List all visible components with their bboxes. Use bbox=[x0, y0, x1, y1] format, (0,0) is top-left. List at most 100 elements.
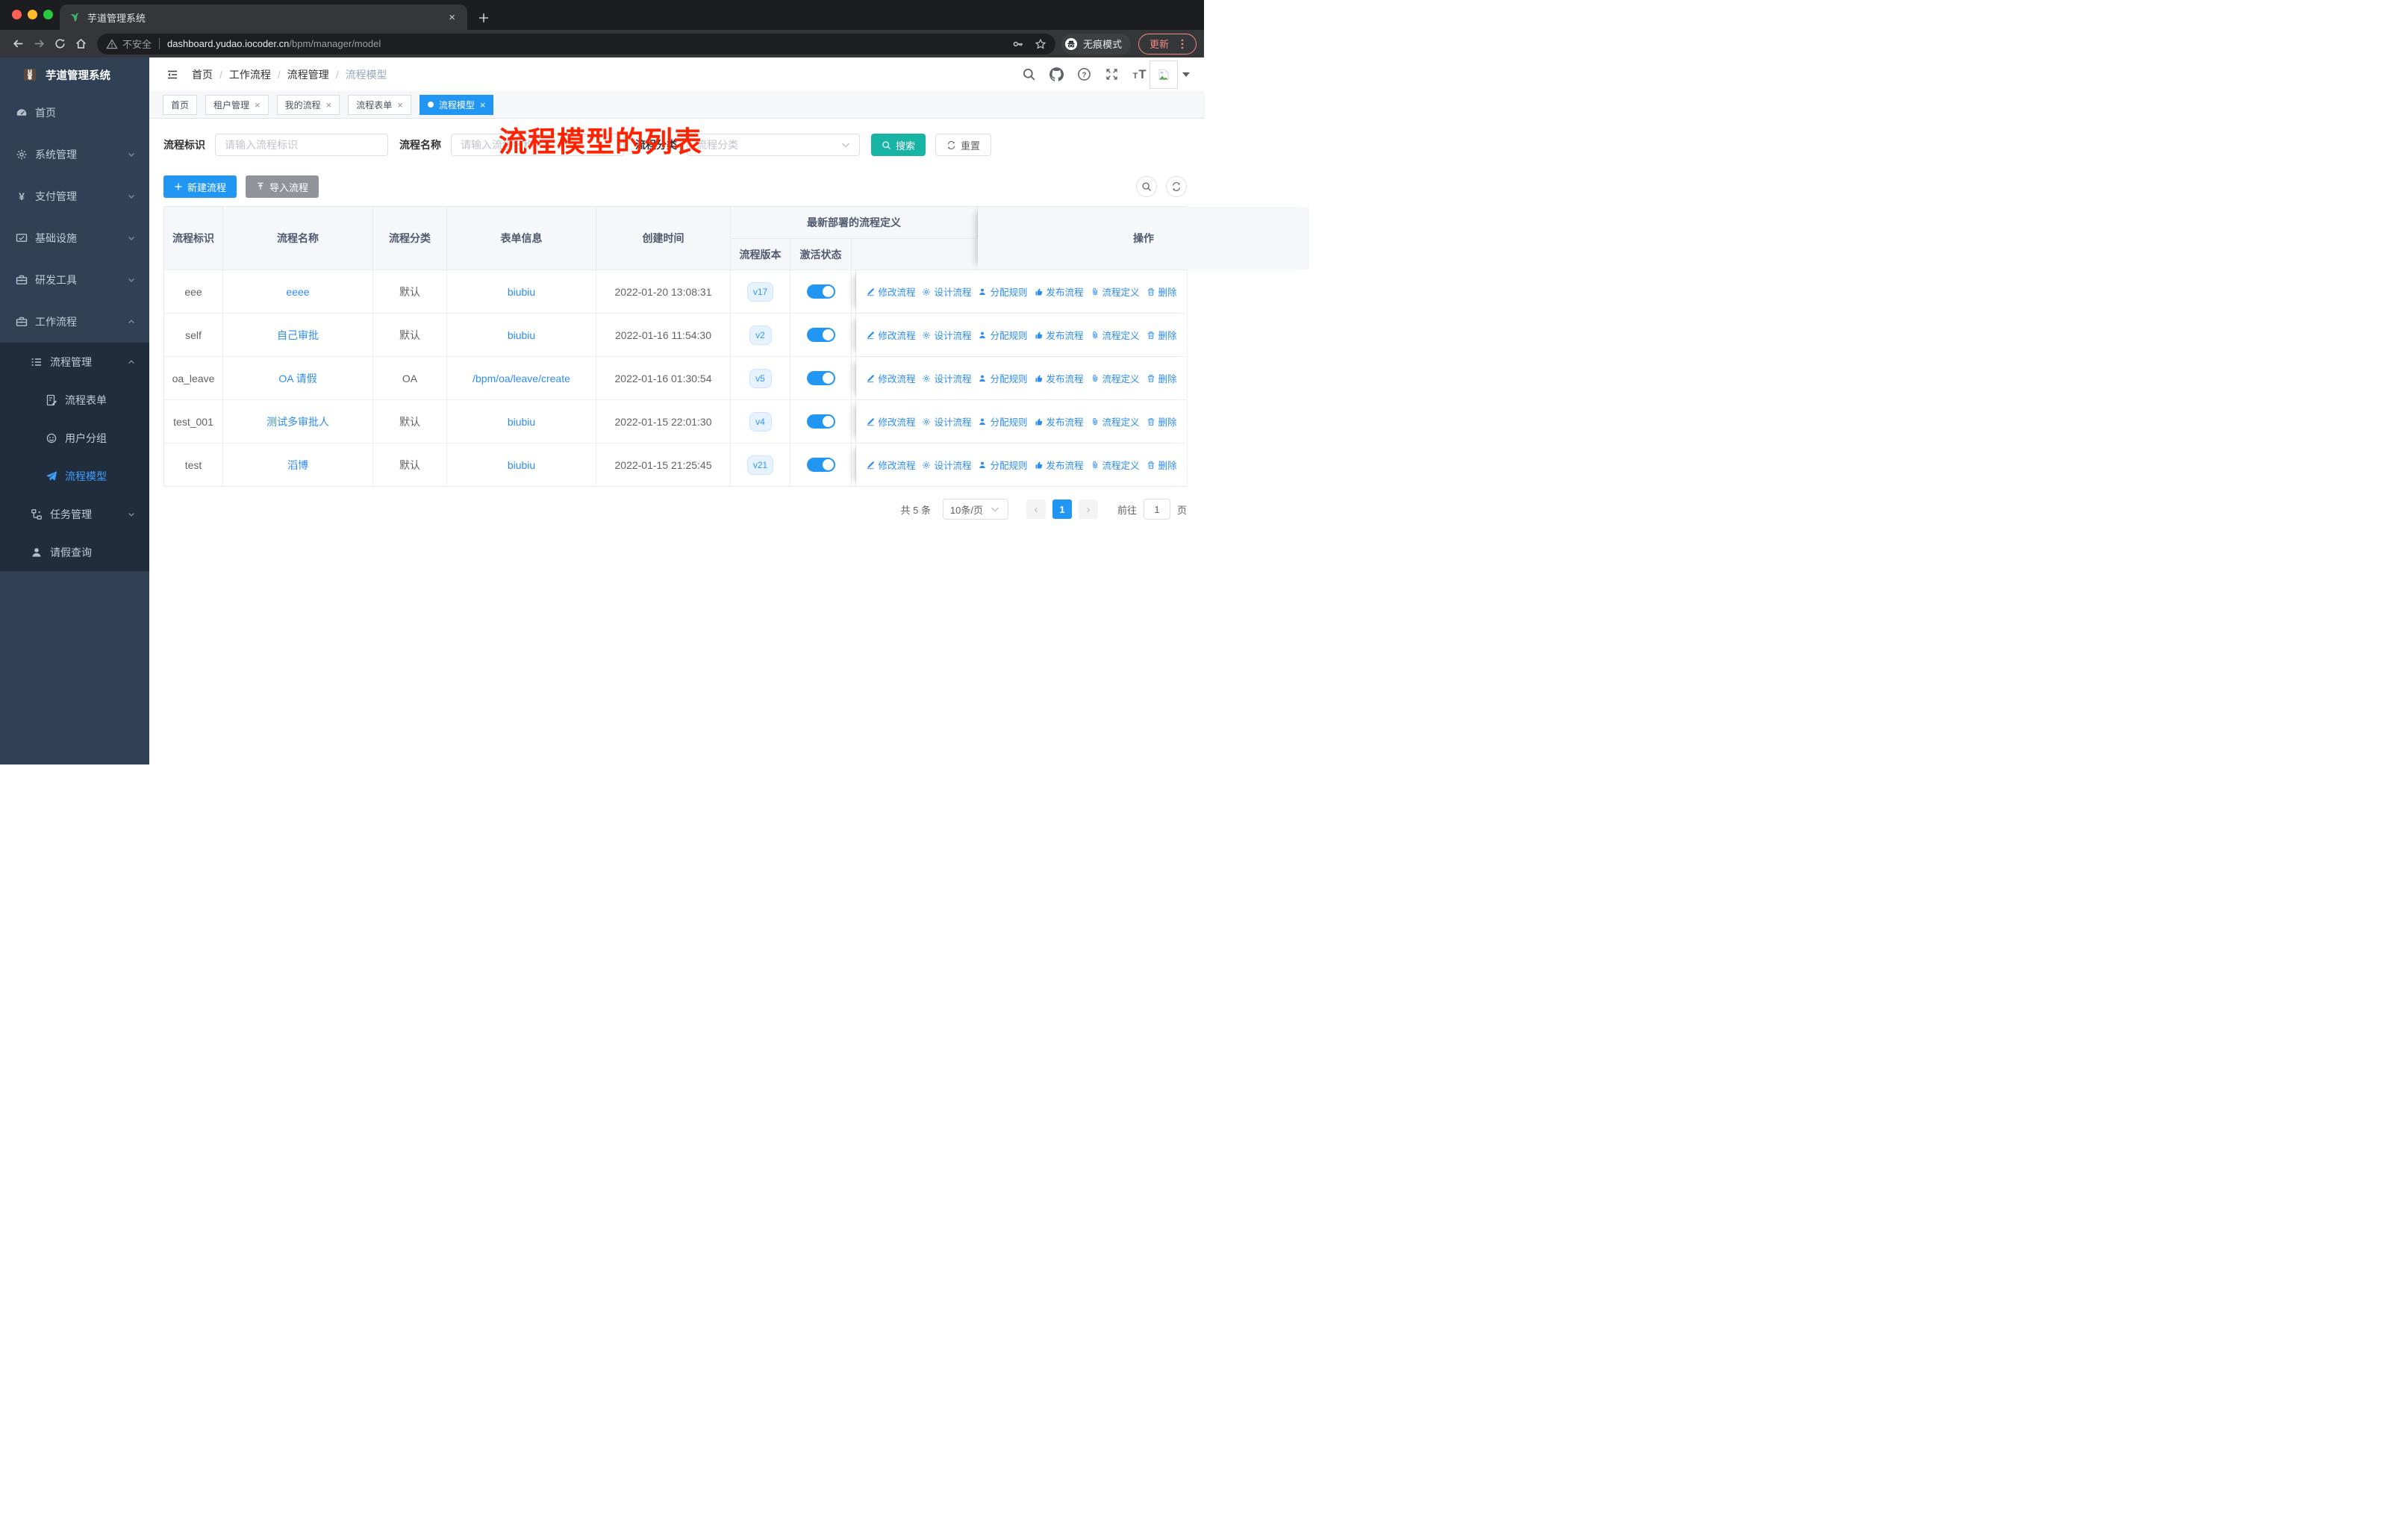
breadcrumb-item-首页[interactable]: 首页 bbox=[192, 67, 213, 82]
sidebar-item-工作流程[interactable]: 工作流程 bbox=[0, 301, 149, 343]
active-toggle[interactable] bbox=[806, 371, 835, 385]
home-icon[interactable] bbox=[70, 34, 91, 55]
action-发布流程[interactable]: 发布流程 bbox=[1035, 414, 1084, 429]
reload-icon[interactable] bbox=[49, 34, 70, 55]
goto-page-input[interactable] bbox=[1143, 499, 1170, 520]
sidebar-item-研发工具[interactable]: 研发工具 bbox=[0, 259, 149, 301]
toggle-search-button[interactable] bbox=[1136, 176, 1157, 197]
action-分配规则[interactable]: 分配规则 bbox=[978, 328, 1028, 342]
tag-首页[interactable]: 首页 bbox=[163, 94, 198, 115]
process-name-link[interactable]: 自己审批 bbox=[277, 328, 319, 343]
action-流程定义[interactable]: 流程定义 bbox=[1091, 371, 1140, 385]
avatar-caret-down-icon[interactable] bbox=[1182, 72, 1190, 77]
bookmark-star-icon[interactable] bbox=[1035, 38, 1047, 50]
window-minimize-button[interactable] bbox=[28, 10, 37, 19]
process-name-link[interactable]: 测试多审批人 bbox=[266, 414, 329, 429]
sidebar-item-系统管理[interactable]: 系统管理 bbox=[0, 134, 149, 175]
reset-button[interactable]: 重置 bbox=[935, 134, 992, 156]
sidebar-item-任务管理[interactable]: 任务管理 bbox=[0, 495, 149, 533]
sidebar-item-流程表单[interactable]: 流程表单 bbox=[0, 381, 149, 419]
help-icon[interactable]: ? bbox=[1077, 67, 1091, 81]
form-info-link[interactable]: biubiu bbox=[508, 286, 535, 298]
sidebar-collapse-icon[interactable] bbox=[166, 69, 178, 81]
action-分配规则[interactable]: 分配规则 bbox=[978, 284, 1028, 299]
active-toggle[interactable] bbox=[806, 328, 835, 342]
process-name-link[interactable]: OA 请假 bbox=[278, 371, 316, 386]
active-toggle[interactable] bbox=[806, 284, 835, 299]
action-设计流程[interactable]: 设计流程 bbox=[922, 458, 971, 472]
back-icon[interactable] bbox=[7, 34, 28, 55]
tab-close-icon[interactable]: × bbox=[446, 11, 458, 24]
page-size-select[interactable]: 10条/页 bbox=[942, 499, 1008, 520]
app-logo-row[interactable]: 芋道管理系统 bbox=[0, 57, 149, 92]
current-page-button[interactable]: 1 bbox=[1052, 499, 1072, 519]
form-info-link[interactable]: biubiu bbox=[508, 329, 535, 341]
refresh-table-button[interactable] bbox=[1166, 176, 1187, 197]
fullscreen-icon[interactable] bbox=[1105, 67, 1119, 81]
sidebar-item-用户分组[interactable]: 用户分组 bbox=[0, 419, 149, 457]
github-icon[interactable] bbox=[1049, 67, 1064, 81]
tag-流程表单[interactable]: 流程表单 × bbox=[348, 94, 411, 115]
sidebar-item-流程管理[interactable]: 流程管理 bbox=[0, 343, 149, 381]
action-流程定义[interactable]: 流程定义 bbox=[1091, 414, 1140, 429]
process-id-input[interactable] bbox=[215, 134, 388, 156]
form-info-link[interactable]: /bpm/oa/leave/create bbox=[472, 373, 570, 384]
password-key-icon[interactable] bbox=[1012, 38, 1024, 50]
action-修改流程[interactable]: 修改流程 bbox=[866, 371, 915, 385]
address-bar[interactable]: 不安全 dashboard.yudao.iocoder.cn /bpm/mana… bbox=[97, 33, 1055, 55]
action-修改流程[interactable]: 修改流程 bbox=[866, 414, 915, 429]
new-tab-button[interactable] bbox=[478, 12, 490, 24]
action-分配规则[interactable]: 分配规则 bbox=[978, 414, 1028, 429]
next-page-button[interactable]: › bbox=[1078, 499, 1098, 519]
sidebar-item-首页[interactable]: 首页 bbox=[0, 92, 149, 134]
active-toggle[interactable] bbox=[806, 414, 835, 429]
sidebar-item-流程模型[interactable]: 流程模型 bbox=[0, 457, 149, 495]
process-name-input[interactable] bbox=[451, 134, 624, 156]
forward-icon[interactable] bbox=[28, 34, 49, 55]
font-size-icon[interactable]: TT bbox=[1132, 67, 1147, 81]
process-name-link[interactable]: eeee bbox=[286, 286, 309, 298]
action-设计流程[interactable]: 设计流程 bbox=[922, 371, 971, 385]
action-删除[interactable]: 删除 bbox=[1147, 414, 1177, 429]
search-icon[interactable] bbox=[1022, 67, 1036, 81]
import-process-button[interactable]: 导入流程 bbox=[246, 175, 319, 198]
action-发布流程[interactable]: 发布流程 bbox=[1035, 371, 1084, 385]
sidebar-item-支付管理[interactable]: ¥ 支付管理 bbox=[0, 175, 149, 217]
search-button[interactable]: 搜索 bbox=[871, 134, 926, 156]
action-设计流程[interactable]: 设计流程 bbox=[922, 328, 971, 342]
action-设计流程[interactable]: 设计流程 bbox=[922, 284, 971, 299]
tag-close-icon[interactable]: × bbox=[397, 99, 403, 110]
action-流程定义[interactable]: 流程定义 bbox=[1091, 328, 1140, 342]
action-修改流程[interactable]: 修改流程 bbox=[866, 328, 915, 342]
form-info-link[interactable]: biubiu bbox=[508, 416, 535, 428]
tag-我的流程[interactable]: 我的流程 × bbox=[276, 94, 340, 115]
tag-流程模型[interactable]: 流程模型 × bbox=[419, 94, 494, 115]
action-删除[interactable]: 删除 bbox=[1147, 328, 1177, 342]
browser-update-button[interactable]: 更新 bbox=[1138, 33, 1197, 55]
active-toggle[interactable] bbox=[806, 458, 835, 472]
create-process-button[interactable]: 新建流程 bbox=[163, 175, 237, 198]
action-设计流程[interactable]: 设计流程 bbox=[922, 414, 971, 429]
form-info-link[interactable]: biubiu bbox=[508, 459, 535, 471]
action-修改流程[interactable]: 修改流程 bbox=[866, 458, 915, 472]
action-发布流程[interactable]: 发布流程 bbox=[1035, 458, 1084, 472]
action-删除[interactable]: 删除 bbox=[1147, 284, 1177, 299]
action-分配规则[interactable]: 分配规则 bbox=[978, 458, 1028, 472]
tag-close-icon[interactable]: × bbox=[255, 99, 261, 110]
category-select[interactable]: 流程分类 bbox=[687, 134, 860, 156]
tag-租户管理[interactable]: 租户管理 × bbox=[205, 94, 269, 115]
browser-tab[interactable]: 芋道管理系统 × bbox=[60, 4, 467, 30]
action-分配规则[interactable]: 分配规则 bbox=[978, 371, 1028, 385]
window-zoom-button[interactable] bbox=[43, 10, 53, 19]
process-name-link[interactable]: 滔博 bbox=[287, 458, 308, 473]
action-发布流程[interactable]: 发布流程 bbox=[1035, 284, 1084, 299]
browser-menu-icon[interactable] bbox=[1176, 38, 1188, 50]
breadcrumb-item-工作流程[interactable]: 工作流程 bbox=[229, 67, 271, 82]
tag-close-icon[interactable]: × bbox=[326, 99, 332, 110]
action-修改流程[interactable]: 修改流程 bbox=[866, 284, 915, 299]
sidebar-item-基础设施[interactable]: 基础设施 bbox=[0, 217, 149, 259]
action-发布流程[interactable]: 发布流程 bbox=[1035, 328, 1084, 342]
action-流程定义[interactable]: 流程定义 bbox=[1091, 284, 1140, 299]
window-close-button[interactable] bbox=[12, 10, 22, 19]
sidebar-item-请假查询[interactable]: 请假查询 bbox=[0, 533, 149, 571]
